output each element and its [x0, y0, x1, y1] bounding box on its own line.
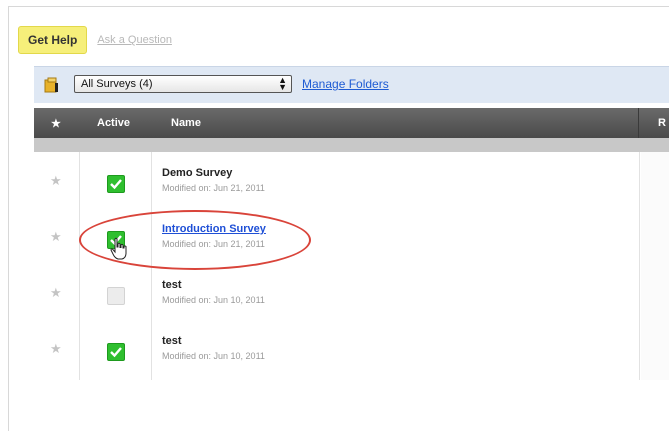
active-checkbox[interactable] — [107, 287, 125, 305]
column-divider — [639, 152, 640, 380]
name-column-header[interactable]: Name — [171, 117, 201, 129]
hand-cursor-icon — [110, 237, 127, 260]
star-column-header[interactable]: ★ — [51, 117, 61, 130]
folder-icon — [44, 77, 58, 93]
modified-date: Modified on: Jun 21, 2011 — [162, 183, 265, 193]
active-checkbox[interactable] — [107, 175, 125, 193]
table-right-edge — [641, 152, 669, 380]
folder-select[interactable]: All Surveys (4) ▲ ▼ — [74, 75, 292, 93]
table-row[interactable]: ★ Demo Survey Modified on: Jun 21, 2011 — [34, 154, 639, 210]
star-icon[interactable]: ★ — [50, 285, 62, 301]
folder-toolbar: All Surveys (4) ▲ ▼ Manage Folders — [34, 66, 669, 103]
modified-date: Modified on: Jun 21, 2011 — [162, 239, 265, 249]
modified-date: Modified on: Jun 10, 2011 — [162, 295, 265, 305]
star-icon[interactable]: ★ — [50, 229, 62, 245]
checkbox-checked-icon — [110, 347, 122, 358]
survey-name[interactable]: test — [162, 279, 182, 291]
get-help-button[interactable]: Get Help — [18, 26, 88, 54]
table-row[interactable]: ★ test Modified on: Jun 10, 2011 — [34, 266, 639, 322]
survey-name[interactable]: test — [162, 335, 182, 347]
checkbox-checked-icon — [110, 179, 122, 190]
table-header: ★ Active Name R — [34, 108, 669, 138]
star-icon[interactable]: ★ — [50, 341, 62, 357]
manage-folders-link[interactable]: Manage Folders — [302, 77, 389, 91]
ask-question-link[interactable]: Ask a Question — [97, 34, 172, 46]
survey-name[interactable]: Demo Survey — [162, 167, 232, 179]
folder-select-value: All Surveys (4) — [81, 78, 153, 90]
modified-date: Modified on: Jun 10, 2011 — [162, 351, 265, 361]
header-divider — [638, 108, 639, 138]
active-column-header[interactable]: Active — [97, 117, 130, 129]
active-checkbox[interactable] — [107, 343, 125, 361]
select-arrows-icon: ▲ ▼ — [278, 75, 287, 92]
r-column-header[interactable]: R — [658, 117, 666, 129]
star-icon[interactable]: ★ — [50, 173, 62, 189]
survey-name-link[interactable]: Introduction Survey — [162, 223, 266, 235]
table-subheader — [34, 138, 669, 152]
table-row[interactable]: ★ test Modified on: Jun 10, 2011 — [34, 322, 639, 378]
help-bar: Get Help Ask a Question — [18, 26, 172, 54]
